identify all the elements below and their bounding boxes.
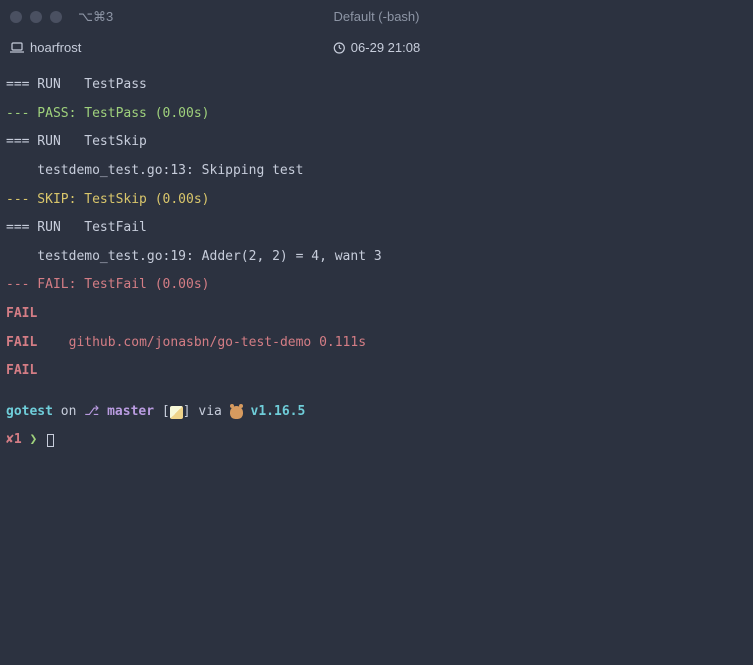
titlebar: ⌥⌘3 Default (-bash) bbox=[0, 0, 753, 34]
prompt-arrow: ❯ bbox=[22, 432, 38, 447]
statusbar: hoarfrost 06-29 21:08 bbox=[0, 34, 753, 62]
clock-section: 06-29 21:08 bbox=[333, 41, 420, 55]
fail-summary-line: FAIL bbox=[6, 364, 747, 378]
zoom-traffic-light[interactable] bbox=[50, 11, 62, 23]
fail-package: github.com/jonasbn/go-test-demo 0.111s bbox=[69, 335, 366, 350]
test-log-line: testdemo_test.go:13: Skipping test bbox=[6, 164, 747, 178]
exit-status: ✘1 bbox=[6, 432, 22, 447]
hamster-emoji-icon bbox=[230, 406, 243, 419]
close-traffic-light[interactable] bbox=[10, 11, 22, 23]
prompt-line-2: ✘1 ❯ bbox=[6, 433, 747, 447]
go-version: v1.16.5 bbox=[243, 404, 306, 419]
test-run-line: === RUN TestSkip bbox=[6, 135, 747, 149]
hostname: hoarfrost bbox=[30, 41, 81, 55]
test-run-line: === RUN TestFail bbox=[6, 221, 747, 235]
test-run-line: === RUN TestPass bbox=[6, 78, 747, 92]
test-pass-line: --- PASS: TestPass (0.00s) bbox=[6, 107, 747, 121]
cursor[interactable] bbox=[47, 434, 54, 447]
fail-label: FAIL bbox=[6, 335, 69, 350]
fail-package-line: FAIL github.com/jonasbn/go-test-demo 0.1… bbox=[6, 336, 747, 350]
terminal-output[interactable]: === RUN TestPass --- PASS: TestPass (0.0… bbox=[0, 62, 753, 468]
fail-summary-line: FAIL bbox=[6, 307, 747, 321]
test-fail-line: --- FAIL: TestFail (0.00s) bbox=[6, 278, 747, 292]
test-log-line: testdemo_test.go:19: Adder(2, 2) = 4, wa… bbox=[6, 250, 747, 264]
prompt-branch: master bbox=[107, 404, 154, 419]
host-section: hoarfrost bbox=[10, 41, 81, 55]
clock-icon bbox=[333, 42, 345, 54]
bracket-open: [ bbox=[154, 404, 170, 419]
tab-shortcut-label: ⌥⌘3 bbox=[78, 10, 113, 24]
bracket-close: ] bbox=[183, 404, 191, 419]
git-branch-icon: ⎇ bbox=[84, 404, 99, 419]
datetime: 06-29 21:08 bbox=[351, 41, 420, 55]
window-title: Default (-bash) bbox=[334, 10, 420, 24]
minimize-traffic-light[interactable] bbox=[30, 11, 42, 23]
traffic-lights bbox=[10, 11, 62, 23]
memo-emoji-icon bbox=[170, 406, 183, 419]
prompt-line-1: gotest on ⎇ master [] via v1.16.5 bbox=[6, 405, 747, 419]
prompt-dir: gotest bbox=[6, 404, 53, 419]
prompt-on: on bbox=[53, 404, 84, 419]
test-skip-line: --- SKIP: TestSkip (0.00s) bbox=[6, 193, 747, 207]
prompt-via: via bbox=[191, 404, 230, 419]
laptop-icon bbox=[10, 42, 24, 54]
